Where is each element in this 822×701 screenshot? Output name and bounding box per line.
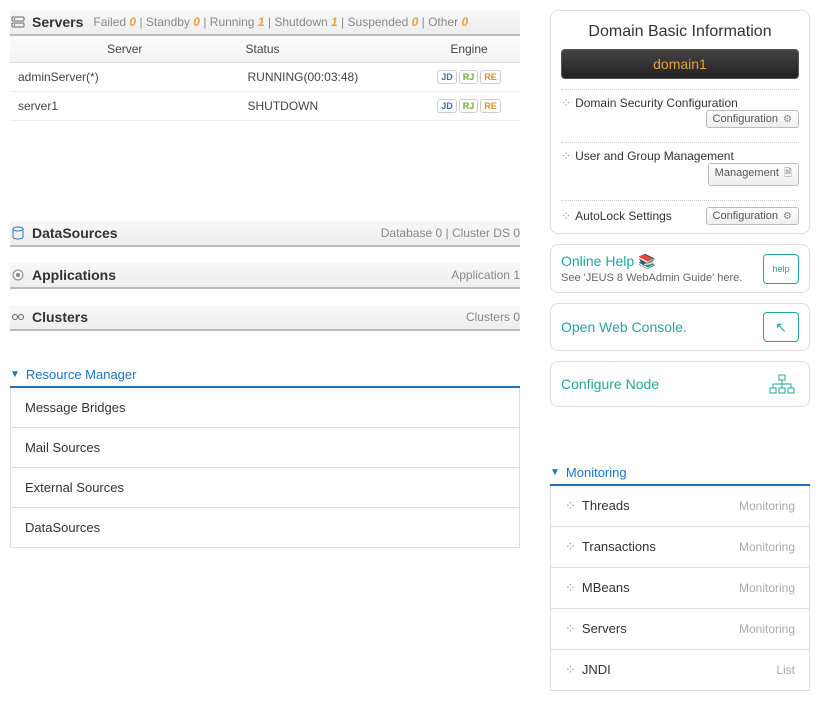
list-item[interactable]: ⁘ MBeans Monitoring — [550, 568, 810, 609]
col-server: Server — [10, 36, 240, 63]
configure-node-card[interactable]: Configure Node — [550, 361, 810, 407]
applications-stats: Application 1 — [451, 268, 520, 282]
configure-node-title: Configure Node — [561, 376, 659, 392]
list-item-label: MBeans — [582, 580, 630, 595]
table-row[interactable]: server1 SHUTDOWN JDRJRE — [10, 92, 520, 121]
list-item-label: Servers — [582, 621, 627, 636]
open-web-console-card[interactable]: Open Web Console. ↖ — [550, 303, 810, 351]
domain-config-row: ⁘ Domain Security Configuration Configura… — [561, 89, 799, 132]
engine-re-icon[interactable]: RE — [480, 99, 501, 113]
domain-name-bar[interactable]: domain1 — [561, 49, 799, 79]
domain-config-row: ⁘ User and Group Management Management 🗎 — [561, 142, 799, 190]
list-item-suffix: List — [776, 663, 795, 677]
cluster-icon — [10, 309, 26, 325]
resource-manager-header[interactable]: ▼ Resource Manager — [10, 367, 520, 388]
list-item-label: External Sources — [25, 480, 124, 495]
list-item-label: Mail Sources — [25, 440, 100, 455]
book-icon: 📚 — [638, 253, 655, 269]
cursor-icon: ↖ — [763, 312, 799, 342]
list-item[interactable]: Mail Sources — [10, 428, 520, 468]
engine-badges: JDRJRE — [426, 70, 512, 84]
management-button[interactable]: Management 🗎 — [708, 163, 799, 186]
list-item[interactable]: ⁘ Servers Monitoring — [550, 609, 810, 650]
list-item-suffix: Monitoring — [739, 499, 795, 513]
open-web-console-title: Open Web Console. — [561, 319, 687, 335]
list-item-label: Threads — [582, 498, 630, 513]
domain-config-label: AutoLock Settings — [575, 209, 705, 223]
engine-jd-icon[interactable]: JD — [437, 70, 457, 84]
list-item-label: JNDI — [582, 662, 611, 677]
table-row[interactable]: adminServer(*) RUNNING(00:03:48) JDRJRE — [10, 63, 520, 92]
engine-rj-icon[interactable]: RJ — [459, 99, 479, 113]
applications-header[interactable]: Applications Application 1 — [10, 263, 520, 289]
online-help-title: Online Help — [561, 253, 634, 269]
monitoring-header[interactable]: ▼ Monitoring — [550, 465, 810, 486]
gear-icon: ⚙ — [783, 114, 792, 125]
engine-re-icon[interactable]: RE — [480, 70, 501, 84]
domain-info-card: Domain Basic Information domain1 ⁘ Domain… — [550, 10, 810, 234]
servers-header[interactable]: Servers Failed 0 | Standby 0 | Running 1… — [10, 10, 520, 36]
list-item[interactable]: DataSources — [10, 508, 520, 548]
list-item[interactable]: ⁘ Threads Monitoring — [550, 486, 810, 527]
bullet-icon: ⁘ — [565, 539, 576, 554]
monitoring-title: Monitoring — [566, 465, 627, 480]
col-engine: Engine — [418, 36, 520, 63]
list-item-suffix: Monitoring — [739, 622, 795, 636]
configuration-button[interactable]: Configuration ⚙ — [706, 207, 799, 225]
collapse-icon: ▼ — [10, 369, 20, 380]
server-status-cell: RUNNING(00:03:48) — [240, 63, 419, 92]
datasources-title: DataSources — [32, 225, 118, 241]
engine-rj-icon[interactable]: RJ — [459, 70, 479, 84]
list-item-suffix: Monitoring — [739, 581, 795, 595]
database-icon — [10, 225, 26, 241]
servers-stats: Failed 0 | Standby 0 | Running 1 | Shutd… — [93, 15, 468, 29]
domain-config-row: ⁘ AutoLock Settings Configuration ⚙ — [561, 200, 799, 225]
help-icon: help — [763, 254, 799, 284]
applications-title: Applications — [32, 267, 116, 283]
configuration-button[interactable]: Configuration ⚙ — [706, 110, 799, 128]
gear-icon: ⚙ — [783, 211, 792, 222]
list-item[interactable]: ⁘ Transactions Monitoring — [550, 527, 810, 568]
online-help-sub: See 'JEUS 8 WebAdmin Guide' here. — [561, 272, 742, 284]
node-tree-icon — [765, 370, 799, 398]
list-item[interactable]: ⁘ JNDI List — [550, 650, 810, 691]
bullet-icon: ⁘ — [565, 621, 576, 636]
server-icon — [10, 14, 26, 30]
datasources-header[interactable]: DataSources Database 0 | Cluster DS 0 — [10, 221, 520, 247]
application-icon — [10, 267, 26, 283]
bullet-icon: ⁘ — [565, 498, 576, 513]
online-help-card[interactable]: Online Help 📚 See 'JEUS 8 WebAdmin Guide… — [550, 244, 810, 293]
server-status-cell: SHUTDOWN — [240, 92, 419, 121]
bullet-icon: ⁘ — [561, 149, 571, 163]
domain-name: domain1 — [653, 56, 707, 72]
doc-icon: 🗎 — [784, 168, 792, 179]
resource-manager-title: Resource Manager — [26, 367, 137, 382]
clusters-title: Clusters — [32, 309, 88, 325]
server-name-cell: adminServer(*) — [10, 63, 240, 92]
collapse-icon: ▼ — [550, 467, 560, 478]
bullet-icon: ⁘ — [565, 662, 576, 677]
list-item-label: Message Bridges — [25, 400, 125, 415]
engine-badges: JDRJRE — [426, 99, 512, 113]
bullet-icon: ⁘ — [565, 580, 576, 595]
server-name-cell: server1 — [10, 92, 240, 121]
list-item-label: Transactions — [582, 539, 656, 554]
list-item-suffix: Monitoring — [739, 540, 795, 554]
col-status: Status — [240, 36, 419, 63]
clusters-stats: Clusters 0 — [466, 310, 520, 324]
clusters-header[interactable]: Clusters Clusters 0 — [10, 305, 520, 331]
engine-jd-icon[interactable]: JD — [437, 99, 457, 113]
domain-config-label: Domain Security Configuration — [575, 96, 738, 110]
list-item[interactable]: Message Bridges — [10, 388, 520, 428]
domain-config-label: User and Group Management — [575, 149, 734, 163]
servers-table: Server Status Engine adminServer(*) RUNN… — [10, 36, 520, 121]
list-item-label: DataSources — [25, 520, 100, 535]
datasources-stats: Database 0 | Cluster DS 0 — [381, 226, 520, 240]
domain-info-heading: Domain Basic Information — [561, 23, 799, 41]
list-item[interactable]: External Sources — [10, 468, 520, 508]
bullet-icon: ⁘ — [561, 96, 571, 110]
servers-title: Servers — [32, 14, 83, 30]
bullet-icon: ⁘ — [561, 209, 571, 223]
